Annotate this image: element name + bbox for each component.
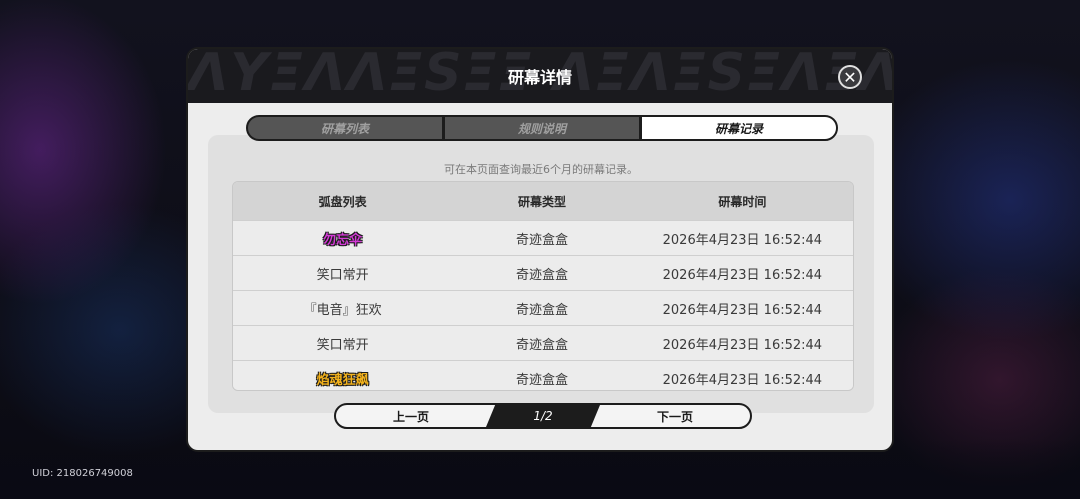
prev-page-button[interactable]: 上一页 xyxy=(336,405,486,427)
tab-bar: 研幕列表 规则说明 研幕记录 xyxy=(246,115,838,141)
row-item-time: 2026年4月23日 16:52:44 xyxy=(662,372,823,388)
content-panel: 可在本页面查询最近6个月的研幕记录。 弧盘列表 研幕类型 研幕时间 勿忘伞 奇迹… xyxy=(208,135,874,413)
table-row: 笑口常开 奇迹盒盒 2026年4月23日 16:52:44 xyxy=(233,255,853,290)
column-header-type: 研幕类型 xyxy=(518,194,567,209)
row-item-time: 2026年4月23日 16:52:44 xyxy=(662,267,823,283)
modal-header: ΛΥΞΛΛΞSΞΞ ΛΞΛΞSΞΛΞΛΞS 研幕详情 ✕ xyxy=(188,49,892,103)
column-header-name: 弧盘列表 xyxy=(318,194,367,209)
row-item-time: 2026年4月23日 16:52:44 xyxy=(662,337,823,353)
row-item-name: 笑口常开 xyxy=(316,267,369,283)
table-row: 笑口常开 奇迹盒盒 2026年4月23日 16:52:44 xyxy=(233,325,853,360)
table-header: 弧盘列表 研幕类型 研幕时间 xyxy=(233,182,853,220)
row-item-type: 奇迹盒盒 xyxy=(516,232,569,248)
row-item-type: 奇迹盒盒 xyxy=(516,267,569,283)
table-row: 『电音』狂欢 奇迹盒盒 2026年4月23日 16:52:44 xyxy=(233,290,853,325)
row-item-time: 2026年4月23日 16:52:44 xyxy=(662,302,823,318)
row-item-name: 焰魂狂飙 xyxy=(316,372,369,388)
column-header-time: 研幕时间 xyxy=(718,194,767,209)
table-row: 勿忘伞 奇迹盒盒 2026年4月23日 16:52:44 xyxy=(233,220,853,255)
history-note: 可在本页面查询最近6个月的研幕记录。 xyxy=(444,163,638,176)
row-item-name: 勿忘伞 xyxy=(323,232,363,248)
close-icon: ✕ xyxy=(843,67,857,87)
row-item-type: 奇迹盒盒 xyxy=(516,372,569,388)
row-item-type: 奇迹盒盒 xyxy=(516,337,569,353)
pagination: 上一页 1/2 下一页 xyxy=(334,403,752,429)
record-details-modal: ΛΥΞΛΛΞSΞΞ ΛΞΛΞSΞΛΞΛΞS 研幕详情 ✕ 可在本页面查询最近6个… xyxy=(186,47,894,452)
row-item-name: 『电音』狂欢 xyxy=(303,302,382,318)
tab-rules[interactable]: 规则说明 xyxy=(442,117,639,139)
row-item-type: 奇迹盒盒 xyxy=(516,302,569,318)
row-item-name: 笑口常开 xyxy=(316,337,369,353)
modal-title: 研幕详情 xyxy=(507,68,572,87)
uid-label: UID: 218026749008 xyxy=(32,468,133,479)
tab-list[interactable]: 研幕列表 xyxy=(248,117,442,139)
close-button[interactable]: ✕ xyxy=(838,65,862,89)
row-item-time: 2026年4月23日 16:52:44 xyxy=(662,232,823,248)
table-row: 焰魂狂飙 奇迹盒盒 2026年4月23日 16:52:44 xyxy=(233,360,853,390)
records-table: 弧盘列表 研幕类型 研幕时间 勿忘伞 奇迹盒盒 2026年4月23日 16:52… xyxy=(232,181,854,391)
next-page-button[interactable]: 下一页 xyxy=(600,405,750,427)
tab-records[interactable]: 研幕记录 xyxy=(639,117,836,139)
page-indicator: 1/2 xyxy=(486,405,600,427)
